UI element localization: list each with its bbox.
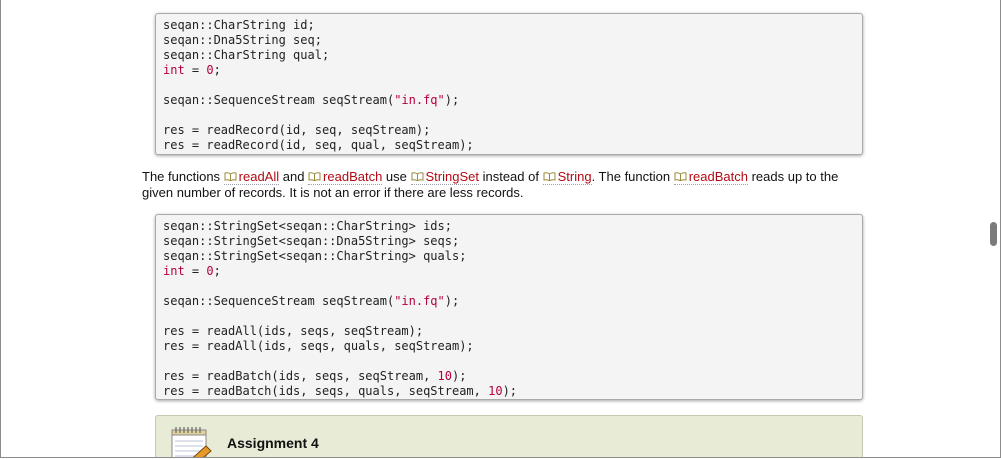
link-readbatch[interactable]: readBatch xyxy=(308,169,383,185)
book-icon xyxy=(224,169,237,182)
paragraph-text: . The function xyxy=(591,169,674,184)
code-line: seqan::CharString qual; xyxy=(163,48,330,62)
code-line: int = 0; xyxy=(163,63,221,77)
code-block-record: seqan::CharString id; seqan::Dna5String s… xyxy=(155,13,863,155)
paragraph-text: and xyxy=(279,169,309,184)
functions-paragraph: The functions readAll and readBatch use … xyxy=(142,169,862,201)
assignment-title: Assignment 4 xyxy=(227,435,319,451)
link-readbatch-label: readBatch xyxy=(323,169,383,184)
link-stringset[interactable]: StringSet xyxy=(410,169,479,185)
code-line: int = 0; xyxy=(163,264,221,278)
code-line: res = readRecord(id, seq, qual, seqStrea… xyxy=(163,138,474,152)
code-line: seqan::StringSet<seqan::CharString> ids; xyxy=(163,219,452,233)
paragraph-text: The functions xyxy=(142,169,224,184)
paragraph-text: use xyxy=(382,169,411,184)
book-icon xyxy=(674,169,687,182)
code-block-batch: seqan::StringSet<seqan::CharString> ids;… xyxy=(155,214,863,400)
link-string[interactable]: String xyxy=(542,169,592,185)
paragraph-text: instead of xyxy=(478,169,543,184)
link-readall[interactable]: readAll xyxy=(223,169,280,185)
page-frame: seqan::CharString id; seqan::Dna5String s… xyxy=(0,0,1001,458)
link-stringset-label: StringSet xyxy=(425,169,479,184)
assignment-box: Assignment 4 xyxy=(155,415,863,457)
link-readall-label: readAll xyxy=(238,169,280,184)
book-icon xyxy=(308,169,321,182)
code-line: res = readAll(ids, seqs, quals, seqStrea… xyxy=(163,339,474,353)
book-icon xyxy=(411,169,424,182)
code-line: seqan::Dna5String seq; xyxy=(163,33,322,47)
scrollbar-thumb[interactable] xyxy=(990,222,997,246)
code-line: res = readBatch(ids, seqs, seqStream, 10… xyxy=(163,369,467,383)
code-line: seqan::SequenceStream seqStream("in.fq")… xyxy=(163,294,460,308)
link-readbatch-2-label: readBatch xyxy=(688,169,748,184)
code-line: res = readAll(ids, seqs, seqStream); xyxy=(163,324,424,338)
code-line: res = readBatch(ids, seqs, quals, seqStr… xyxy=(163,384,518,398)
code-line: seqan::SequenceStream seqStream("in.fq")… xyxy=(163,93,460,107)
book-icon xyxy=(543,169,556,182)
code-line: res = readRecord(id, seq, seqStream); xyxy=(163,123,431,137)
code-line: seqan::StringSet<seqan::CharString> qual… xyxy=(163,249,467,263)
link-string-label: String xyxy=(557,169,592,184)
code-line: seqan::CharString id; xyxy=(163,18,315,32)
notepad-pencil-icon xyxy=(168,424,214,457)
link-readbatch-2[interactable]: readBatch xyxy=(673,169,748,185)
code-line: seqan::StringSet<seqan::Dna5String> seqs… xyxy=(163,234,460,248)
